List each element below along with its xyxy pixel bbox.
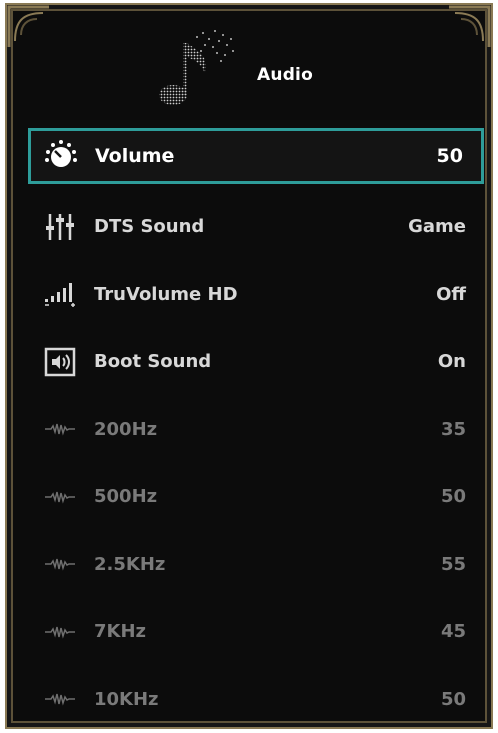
menu-item-value: Game xyxy=(408,216,466,238)
speaker-box-icon xyxy=(34,346,86,378)
waveform-icon xyxy=(34,413,86,445)
menu-item-value: 50 xyxy=(436,145,463,167)
equalizer-sliders-icon xyxy=(34,211,86,243)
menu-item-value: 45 xyxy=(440,621,466,643)
menu-item-value: 55 xyxy=(440,553,466,575)
menu-item-7khz: 7KHz 45 xyxy=(28,598,484,666)
menu-item-label: TruVolume HD xyxy=(94,283,238,305)
menu-item-value: 50 xyxy=(440,688,466,710)
menu-item-label: 7KHz xyxy=(94,621,147,643)
menu-item-label: 10KHz xyxy=(94,688,159,710)
menu-item-label: Volume xyxy=(95,145,175,167)
menu-item-dts-sound[interactable]: DTS Sound Game xyxy=(28,193,484,261)
menu-item-200hz: 200Hz 35 xyxy=(28,396,484,464)
signal-bars-icon xyxy=(34,278,86,310)
audio-menu-list: Volume 50 DTS Sound Game TruVolume HD Of… xyxy=(28,125,484,733)
osd-panel: Audio Volume 50 DTS Sound Game TruVolume… xyxy=(5,3,493,729)
menu-item-value: 35 xyxy=(440,418,466,440)
menu-item-label: Boot Sound xyxy=(94,351,212,373)
menu-item-value: Off xyxy=(436,283,466,305)
waveform-icon xyxy=(34,481,86,513)
menu-item-10khz: 10KHz 50 xyxy=(28,666,484,733)
menu-item-value: 50 xyxy=(440,486,466,508)
waveform-icon xyxy=(34,548,86,580)
menu-item-500hz: 500Hz 50 xyxy=(28,463,484,531)
menu-item-label: 2.5KHz xyxy=(94,553,166,575)
menu-item-2-5khz: 2.5KHz 55 xyxy=(28,531,484,599)
menu-item-label: 200Hz xyxy=(94,418,158,440)
menu-header: Audio xyxy=(7,5,491,123)
waveform-icon xyxy=(34,616,86,648)
menu-item-label: DTS Sound xyxy=(94,216,205,238)
volume-knob-icon xyxy=(35,140,87,172)
waveform-icon xyxy=(34,683,86,715)
menu-title: Audio xyxy=(257,65,313,85)
menu-item-boot-sound[interactable]: Boot Sound On xyxy=(28,328,484,396)
menu-item-label: 500Hz xyxy=(94,486,158,508)
menu-item-volume[interactable]: Volume 50 xyxy=(28,128,484,184)
menu-item-truvolume-hd[interactable]: TruVolume HD Off xyxy=(28,261,484,329)
menu-item-value: On xyxy=(437,351,466,373)
